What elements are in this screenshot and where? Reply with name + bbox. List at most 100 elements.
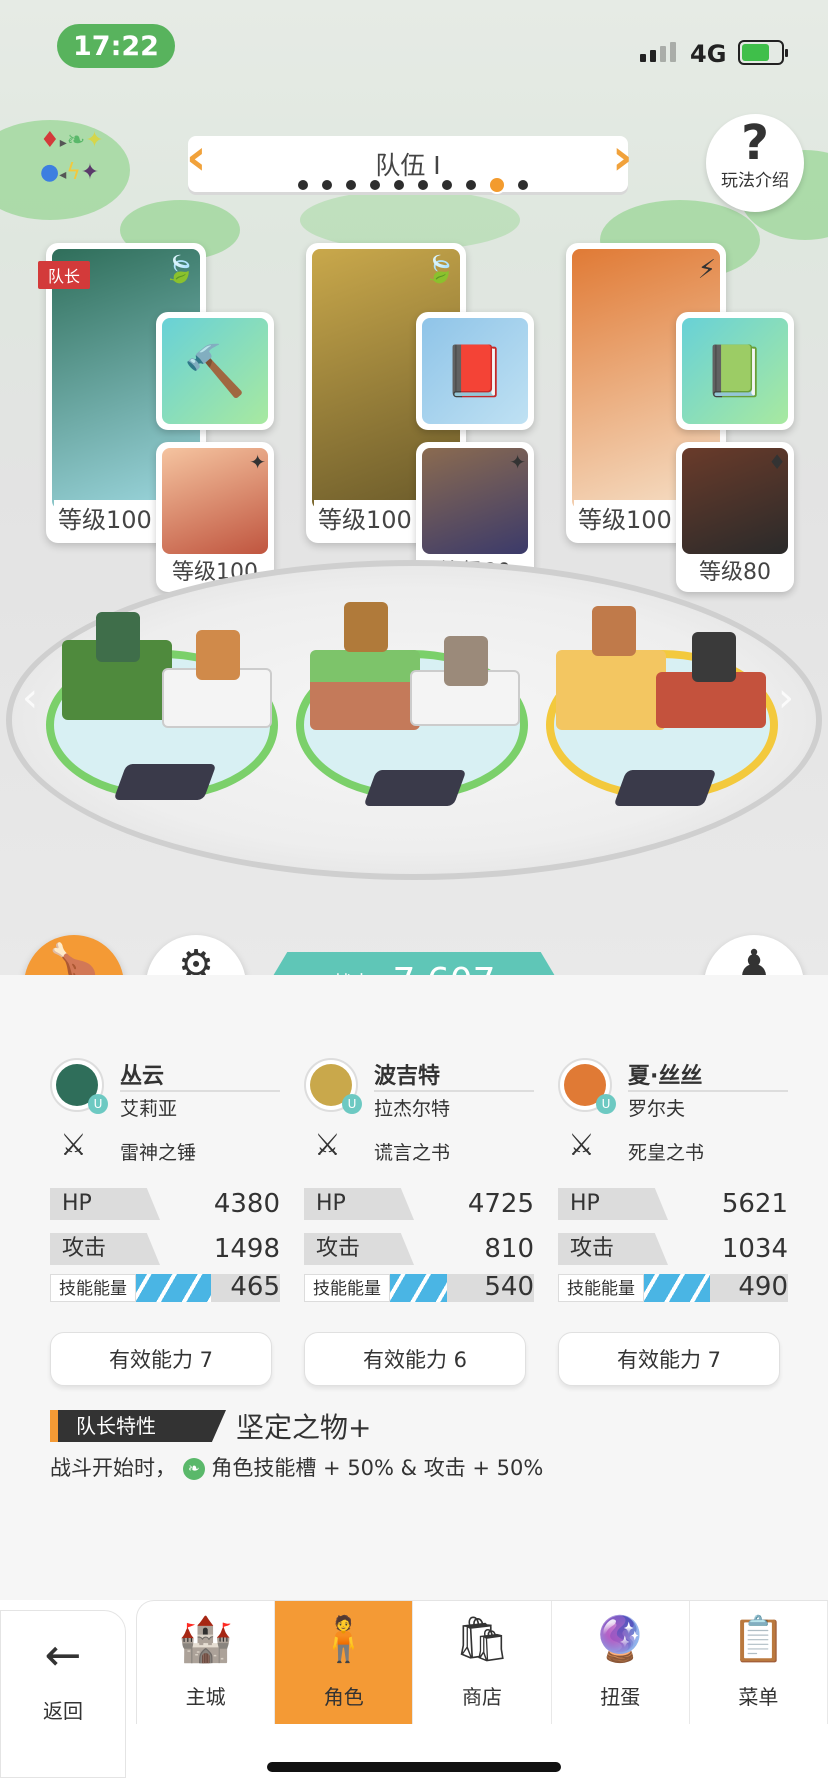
energy-value: 465 <box>230 1272 280 1302</box>
atk-stat: 攻击 1034 <box>558 1233 788 1265</box>
next-team-button[interactable]: › <box>612 132 642 184</box>
nav-icon: 🧍 <box>316 1614 372 1665</box>
sprite-3[interactable] <box>592 606 636 656</box>
nav-icon: 🏰 <box>178 1614 233 1665</box>
back-button[interactable]: ← 返回 <box>0 1610 126 1778</box>
character-level: 等级100 <box>574 500 676 535</box>
avatar[interactable]: U <box>558 1058 616 1114</box>
formation-button[interactable]: ⚙ 编成 <box>146 935 246 975</box>
right-arrow-icon[interactable]: › <box>778 675 794 721</box>
team-dot[interactable] <box>368 178 382 192</box>
weapon-stand-1 <box>113 764 217 800</box>
nav-label: 菜单 <box>738 1685 779 1709</box>
team-dot[interactable] <box>296 178 310 192</box>
captain-badge: 队长 <box>38 261 91 289</box>
combat-power: 战力 7,607 <box>270 952 558 975</box>
upgrade-icon: U <box>342 1094 362 1114</box>
signal-icon <box>640 42 676 62</box>
character-level: 等级100 <box>314 500 416 535</box>
question-icon: ? <box>741 115 769 171</box>
help-button[interactable]: ? 玩法介绍 <box>706 114 804 212</box>
team-dot[interactable] <box>516 178 530 192</box>
hp-label: HP <box>304 1188 414 1220</box>
energy-label: 技能能量 <box>558 1274 644 1302</box>
hp-stat: HP 4380 <box>50 1188 280 1220</box>
team-dot[interactable] <box>464 178 478 192</box>
team-dot[interactable] <box>440 178 454 192</box>
upgrade-icon: U <box>596 1094 616 1114</box>
nav-icon: 📋 <box>731 1614 786 1665</box>
equipment-icon: 📕 <box>422 318 528 424</box>
equipment-slot[interactable]: 🔨 <box>156 312 274 430</box>
avatar[interactable]: U <box>50 1058 108 1114</box>
weapon-icon: ⚔ <box>60 1128 87 1163</box>
energy-bar: 技能能量 490 <box>558 1272 788 1302</box>
avatar[interactable]: U <box>304 1058 362 1114</box>
nav-icon: 🔮 <box>592 1614 648 1665</box>
team-dot[interactable] <box>392 178 406 192</box>
equipment-slot[interactable]: 📕 <box>416 312 534 430</box>
energy-bar: 技能能量 465 <box>50 1272 280 1302</box>
weapon-stand-3 <box>613 770 717 806</box>
weapon-icon: ⚔ <box>568 1128 595 1163</box>
weapon-name[interactable]: 死皇之书 <box>628 1138 704 1165</box>
equipment-slot[interactable]: 📗 <box>676 312 794 430</box>
hp-stat: HP 5621 <box>558 1188 788 1220</box>
effective-ability-button[interactable]: 有效能力 6 <box>304 1332 526 1386</box>
weapon-stand-2 <box>363 770 467 806</box>
team-dot[interactable] <box>320 178 334 192</box>
nav-item[interactable]: 🔮 扭蛋 <box>552 1601 690 1724</box>
home-indicator <box>267 1762 561 1772</box>
nav-icon: 🛍 <box>454 1614 510 1665</box>
member-role: 艾莉亚 <box>120 1098 178 1120</box>
member-role: 拉杰尔特 <box>374 1098 451 1120</box>
practice-button[interactable]: ♟ 练习 <box>704 935 804 975</box>
sub-character-card[interactable]: ♦ 等级80 <box>676 442 794 592</box>
nav-item[interactable]: 📋 菜单 <box>690 1601 828 1724</box>
help-label: 玩法介绍 <box>721 171 789 191</box>
sprite-2[interactable] <box>344 602 388 652</box>
member-name: 波吉特 <box>374 1064 441 1089</box>
element-chart-icon[interactable]: ♦▸❧✦ ●◂ϟ✦ <box>40 126 150 192</box>
nav-label: 主城 <box>185 1685 226 1709</box>
effective-ability-button[interactable]: 有效能力 7 <box>558 1332 780 1386</box>
weapon-icon: ⚔ <box>314 1128 341 1163</box>
sprite-1[interactable] <box>96 612 140 662</box>
sprite-1b[interactable] <box>196 630 240 680</box>
recommend-button[interactable]: 🍗 推荐 <box>24 935 124 975</box>
character-level: 等级100 <box>54 500 156 535</box>
power-label: 战力 <box>332 967 372 976</box>
team-dot[interactable] <box>416 178 430 192</box>
member-name: 夏·丝丝 <box>628 1064 703 1089</box>
nav-label: 角色 <box>323 1685 364 1709</box>
effective-ability-button[interactable]: 有效能力 7 <box>50 1332 272 1386</box>
prev-team-button[interactable]: ‹ <box>186 132 216 184</box>
team-dot[interactable] <box>344 178 358 192</box>
equipment-icon: 🔨 <box>162 318 268 424</box>
dummy-icon: ♟ <box>736 942 772 975</box>
nav-item[interactable]: 🧍 角色 <box>275 1601 414 1724</box>
energy-label: 技能能量 <box>50 1274 136 1302</box>
atk-stat: 攻击 1498 <box>50 1233 280 1265</box>
energy-value: 490 <box>738 1272 788 1302</box>
formation-icon: ⚙ <box>178 942 214 975</box>
member-role: 罗尔夫 <box>628 1098 686 1120</box>
nav-item[interactable]: 🛍 商店 <box>413 1601 552 1724</box>
sprite-2b[interactable] <box>444 636 488 686</box>
element-icon: ♦ <box>768 450 786 474</box>
back-label: 返回 <box>43 1699 83 1723</box>
element-icon: 🍃 <box>423 255 456 285</box>
nav-item[interactable]: 🏰 主城 <box>137 1601 276 1724</box>
nav-bar: 🏰 主城 🧍 角色 🛍 商店 🔮 扭蛋 📋 菜单 <box>136 1600 828 1724</box>
atk-value: 810 <box>484 1234 534 1264</box>
atk-label: 攻击 <box>304 1233 414 1265</box>
hp-label: HP <box>558 1188 668 1220</box>
team-dot[interactable] <box>488 176 506 194</box>
sub-character-card[interactable]: ✦ 等级100 <box>156 442 274 592</box>
weapon-name[interactable]: 雷神之锤 <box>120 1138 196 1165</box>
weapon-name[interactable]: 谎言之书 <box>374 1138 450 1165</box>
element-icon: 🍃 <box>163 255 196 285</box>
team-title: 队伍 I <box>375 151 441 180</box>
sprite-3b[interactable] <box>692 632 736 682</box>
left-arrow-icon[interactable]: ‹ <box>22 675 38 721</box>
